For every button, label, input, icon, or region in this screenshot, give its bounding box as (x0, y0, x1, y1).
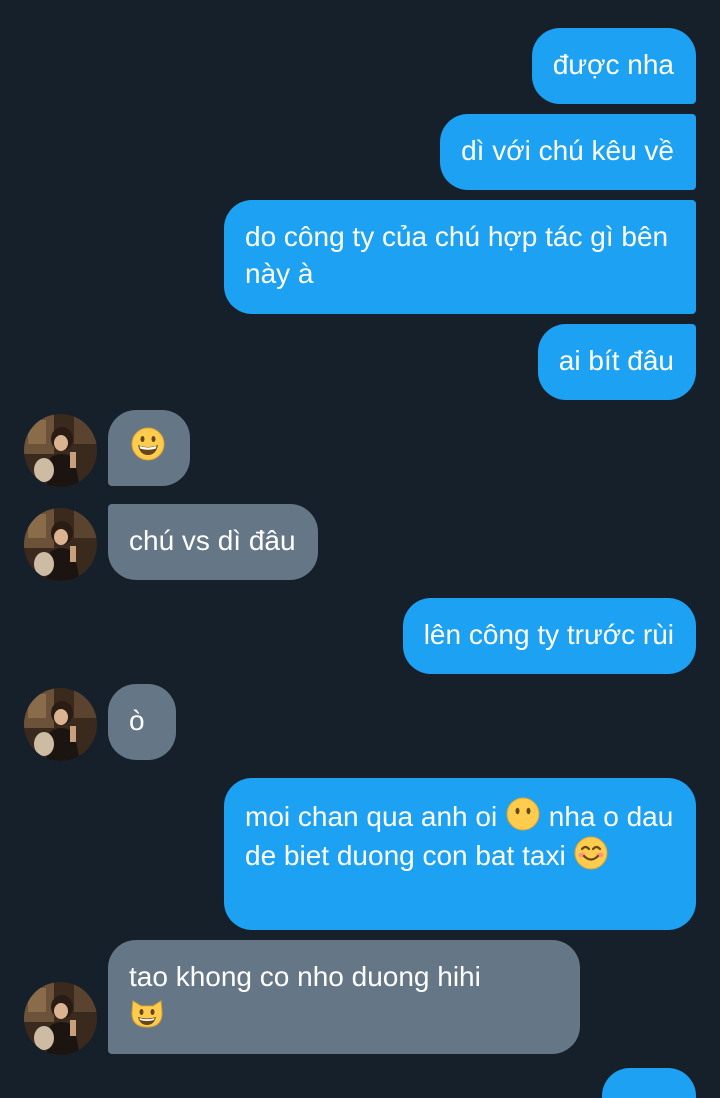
message-bubble[interactable]: ai bít đâu (537, 324, 696, 400)
avatar[interactable] (24, 414, 97, 487)
face-without-mouth-emoji (506, 797, 540, 831)
avatar-image (24, 414, 97, 487)
message-text: ai bít đâu (558, 345, 674, 376)
message-bubble[interactable]: tao khong co nho duong hihi (108, 940, 580, 1054)
message-bubble[interactable]: moi chan qua anh oi nha o dau de biet du… (224, 778, 696, 930)
message-bubble[interactable]: dì với chú kêu về (440, 114, 696, 190)
grinning-face-emoji (131, 427, 165, 461)
message-text: moi chan qua anh oi (245, 801, 498, 832)
message-text: do công ty của chú hợp tác gì bên này à (245, 221, 669, 289)
message-text: tao khong co nho duong hihi (129, 961, 481, 992)
avatar-image (24, 688, 97, 761)
message-text: dì với chú kêu về (461, 135, 674, 166)
avatar-image (24, 508, 97, 581)
message-bubble[interactable]: lên công ty trước rùi (402, 598, 696, 674)
message-bubble[interactable]: được nha (531, 28, 696, 104)
smiling-face-with-smiling-eyes-emoji (574, 836, 608, 870)
message-bubble[interactable] (108, 410, 190, 486)
message-bubble-partial[interactable] (602, 1068, 696, 1098)
message-text: chú vs dì đâu (129, 525, 296, 556)
message-text: được nha (552, 49, 674, 80)
message-text: lên công ty trước rùi (423, 619, 674, 650)
conversation: được nha dì với chú kêu về do công ty củ… (0, 0, 720, 1098)
message-text: ò (129, 705, 145, 736)
avatar[interactable] (24, 508, 97, 581)
avatar[interactable] (24, 688, 97, 761)
avatar[interactable] (24, 982, 97, 1055)
message-bubble[interactable]: do công ty của chú hợp tác gì bên này à (224, 200, 696, 314)
grinning-cat-emoji (131, 1000, 163, 1028)
message-bubble[interactable]: chú vs dì đâu (108, 504, 318, 580)
avatar-image (24, 982, 97, 1055)
message-bubble[interactable]: ò (108, 684, 176, 760)
